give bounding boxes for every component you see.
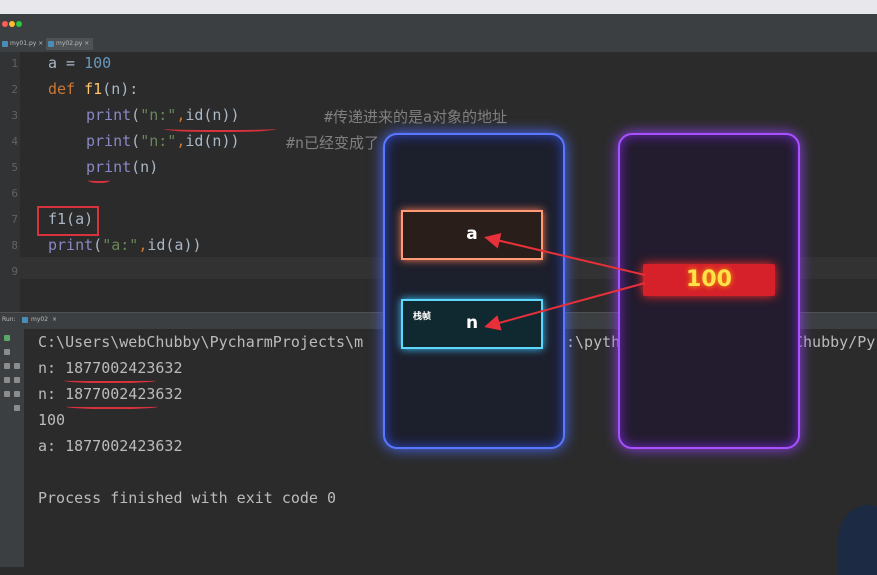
arrow-n-to-object bbox=[484, 282, 646, 331]
reference-arrows bbox=[484, 232, 646, 331]
arrow-a-to-object bbox=[484, 232, 646, 276]
